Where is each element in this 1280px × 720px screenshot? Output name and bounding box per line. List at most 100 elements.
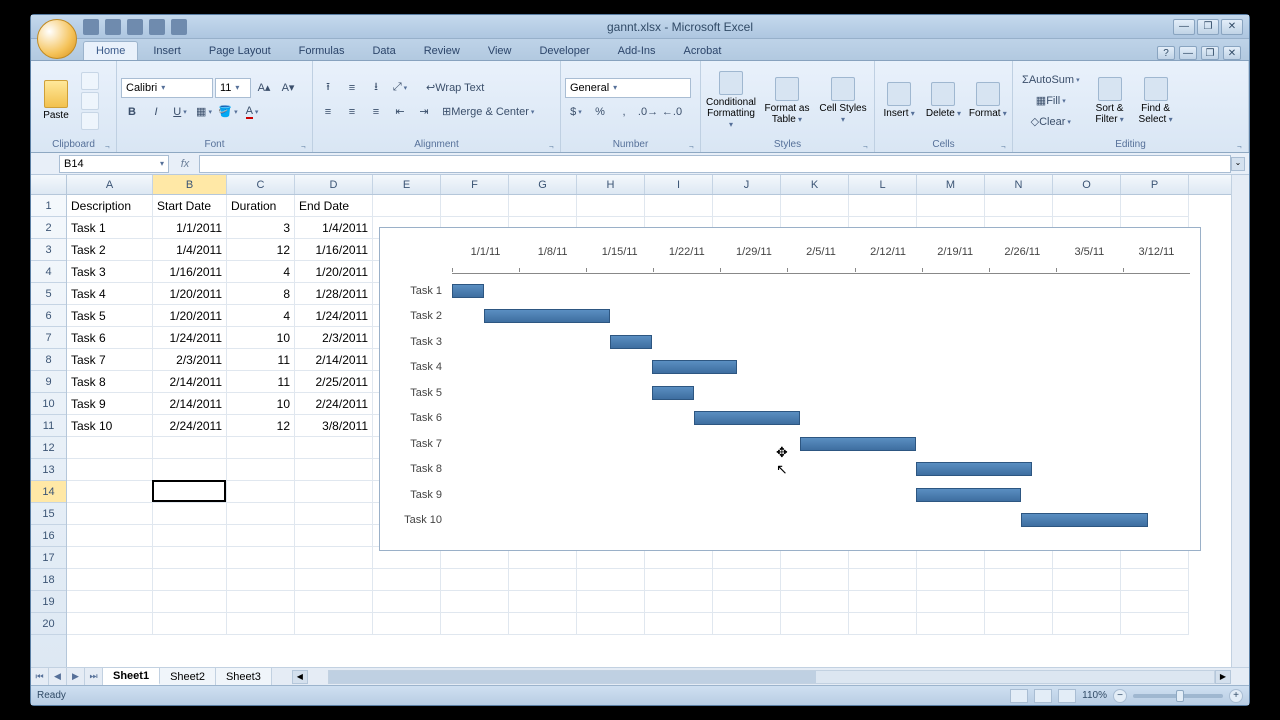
cell[interactable]: [713, 195, 781, 217]
cell[interactable]: [849, 591, 917, 613]
cell[interactable]: [227, 591, 295, 613]
insert-cells-button[interactable]: Insert: [879, 68, 919, 134]
cell[interactable]: [577, 613, 645, 635]
increase-decimal-icon[interactable]: .0→: [637, 102, 659, 122]
cell[interactable]: [1121, 569, 1189, 591]
cell[interactable]: [713, 569, 781, 591]
indent-increase-icon[interactable]: ⇥: [413, 102, 435, 122]
office-button[interactable]: [37, 19, 77, 59]
undo-icon[interactable]: [105, 19, 121, 35]
cell[interactable]: 10: [227, 327, 295, 349]
cell[interactable]: [441, 591, 509, 613]
grow-font-icon[interactable]: A▴: [253, 78, 275, 98]
zoom-out-button[interactable]: −: [1113, 689, 1127, 703]
cell[interactable]: 1/24/2011: [295, 305, 373, 327]
orientation-icon[interactable]: ⤢: [389, 78, 411, 98]
cell[interactable]: 2/3/2011: [153, 349, 227, 371]
maximize-button[interactable]: ❐: [1197, 19, 1219, 35]
cell-styles-button[interactable]: Cell Styles: [817, 68, 869, 134]
cell[interactable]: Task 8: [67, 371, 153, 393]
align-bottom-icon[interactable]: ⭳: [365, 78, 387, 98]
column-header[interactable]: N: [985, 175, 1053, 194]
cell[interactable]: 4: [227, 305, 295, 327]
percent-icon[interactable]: %: [589, 102, 611, 122]
column-header[interactable]: A: [67, 175, 153, 194]
cell[interactable]: [781, 195, 849, 217]
cell[interactable]: [227, 481, 295, 503]
font-size-combo[interactable]: 11▾: [215, 78, 251, 98]
cell[interactable]: 2/14/2011: [153, 393, 227, 415]
doc-close-button[interactable]: ✕: [1223, 46, 1241, 60]
column-header[interactable]: P: [1121, 175, 1189, 194]
ribbon-tab-developer[interactable]: Developer: [526, 41, 602, 60]
view-normal-icon[interactable]: [1010, 689, 1028, 703]
font-color-button[interactable]: A: [241, 102, 263, 122]
view-layout-icon[interactable]: [1034, 689, 1052, 703]
cell[interactable]: [227, 503, 295, 525]
gantt-bar[interactable]: [916, 462, 1032, 476]
cell[interactable]: [295, 591, 373, 613]
print-icon[interactable]: [149, 19, 165, 35]
doc-restore-button[interactable]: ❐: [1201, 46, 1219, 60]
paste-button[interactable]: Paste: [35, 68, 77, 134]
format-cells-button[interactable]: Format: [968, 68, 1008, 134]
find-select-button[interactable]: Find & Select: [1135, 68, 1177, 134]
cell[interactable]: [67, 569, 153, 591]
cell[interactable]: Task 5: [67, 305, 153, 327]
column-header[interactable]: C: [227, 175, 295, 194]
gantt-bar[interactable]: [916, 488, 1021, 502]
cell[interactable]: [153, 459, 227, 481]
cell[interactable]: [849, 195, 917, 217]
cell[interactable]: [227, 459, 295, 481]
cell[interactable]: 4: [227, 261, 295, 283]
sheet-nav-last-icon[interactable]: ⏭: [85, 668, 103, 685]
underline-button[interactable]: U: [169, 102, 191, 122]
horizontal-scrollbar[interactable]: [328, 670, 1215, 684]
row-header[interactable]: 11: [31, 415, 66, 437]
cell[interactable]: [849, 613, 917, 635]
cell[interactable]: [985, 613, 1053, 635]
align-right-icon[interactable]: ≡: [365, 102, 387, 122]
format-painter-icon[interactable]: [81, 112, 99, 130]
cell[interactable]: 2/24/2011: [153, 415, 227, 437]
column-header[interactable]: O: [1053, 175, 1121, 194]
hscroll-right-icon[interactable]: ▶: [1215, 670, 1231, 684]
row-header[interactable]: 3: [31, 239, 66, 261]
cell[interactable]: Task 2: [67, 239, 153, 261]
column-header[interactable]: M: [917, 175, 985, 194]
cell[interactable]: [917, 569, 985, 591]
row-header[interactable]: 13: [31, 459, 66, 481]
cell[interactable]: 3/8/2011: [295, 415, 373, 437]
gantt-bar[interactable]: [452, 284, 484, 298]
save-icon[interactable]: [83, 19, 99, 35]
cell[interactable]: Task 4: [67, 283, 153, 305]
cell[interactable]: 1/16/2011: [295, 239, 373, 261]
decrease-decimal-icon[interactable]: ←.0: [661, 102, 683, 122]
cell[interactable]: [985, 195, 1053, 217]
align-left-icon[interactable]: ≡: [317, 102, 339, 122]
cell[interactable]: [153, 525, 227, 547]
clear-button[interactable]: ◇ Clear: [1017, 112, 1085, 132]
cell[interactable]: 1/20/2011: [295, 261, 373, 283]
cell[interactable]: [295, 613, 373, 635]
cell[interactable]: 2/14/2011: [295, 349, 373, 371]
cell[interactable]: [295, 503, 373, 525]
gantt-bar[interactable]: [610, 335, 652, 349]
cell[interactable]: [781, 569, 849, 591]
merge-center-button[interactable]: ⊞ Merge & Center: [437, 102, 539, 122]
cell[interactable]: [441, 569, 509, 591]
row-header[interactable]: 4: [31, 261, 66, 283]
bold-button[interactable]: B: [121, 102, 143, 122]
cell[interactable]: [227, 437, 295, 459]
cell[interactable]: 11: [227, 371, 295, 393]
row-header[interactable]: 12: [31, 437, 66, 459]
align-center-icon[interactable]: ≡: [341, 102, 363, 122]
cell[interactable]: [849, 569, 917, 591]
gantt-chart[interactable]: 1/1/111/8/111/15/111/22/111/29/112/5/112…: [379, 227, 1201, 551]
cell[interactable]: [1053, 195, 1121, 217]
cell[interactable]: [713, 591, 781, 613]
conditional-formatting-button[interactable]: Conditional Formatting: [705, 68, 757, 134]
cell[interactable]: [153, 591, 227, 613]
cell[interactable]: [227, 569, 295, 591]
indent-decrease-icon[interactable]: ⇤: [389, 102, 411, 122]
